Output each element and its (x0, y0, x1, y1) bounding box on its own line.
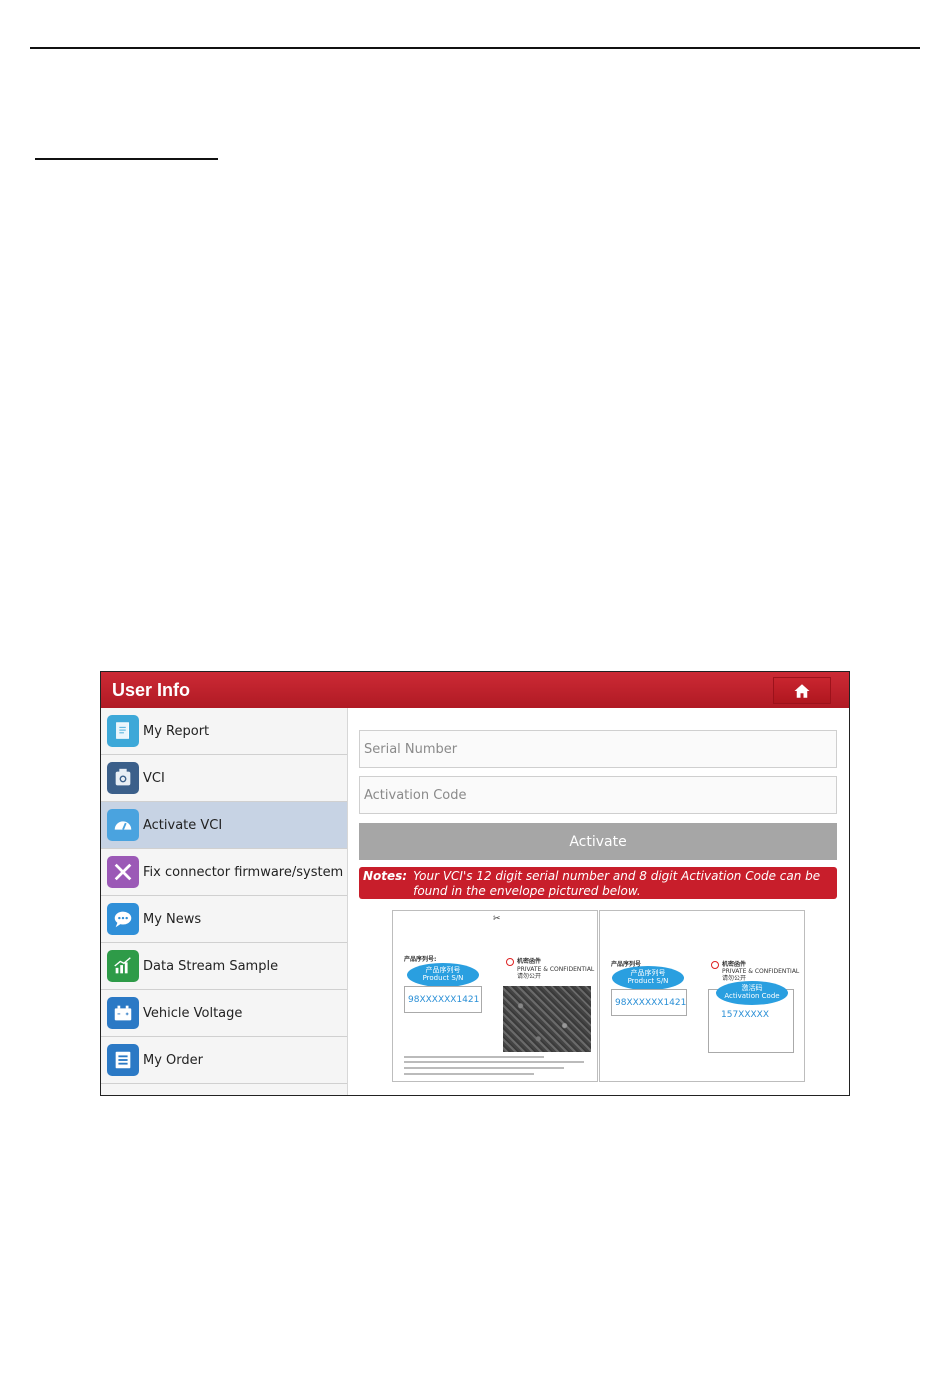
activation-code-bubble: 激活码 Activation Code (716, 981, 788, 1005)
sidebar-item-activate-vci[interactable]: Activate VCI (101, 802, 347, 849)
scissors-icon: ✂ (493, 914, 501, 924)
activation-value: 157XXXXX (721, 1010, 770, 1020)
bubble-en: Product S/N (422, 974, 464, 982)
sidebar-item-label: Activate VCI (143, 817, 223, 833)
notes-banner: Notes: Your VCI's 12 digit serial number… (359, 867, 837, 899)
sidebar-item-label: Data Stream Sample (143, 958, 279, 974)
tools-icon (107, 856, 139, 888)
fine-print-line (404, 1061, 584, 1063)
sidebar-item-my-news[interactable]: My News (101, 896, 347, 943)
serial-box: 98XXXXXX1421 (611, 989, 687, 1016)
sidebar: My Report VCI Activate VCI Fix connector… (101, 708, 348, 1095)
notes-label: Notes: (363, 869, 408, 883)
sidebar-item-vehicle-voltage[interactable]: Vehicle Voltage (101, 990, 347, 1037)
home-icon (794, 683, 810, 698)
serial-box: 98XXXXXX1421 (404, 986, 482, 1013)
order-icon (107, 1044, 139, 1076)
battery-icon (107, 997, 139, 1029)
chat-icon (107, 903, 139, 935)
bubble-cn: 激活码 (741, 984, 763, 992)
sidebar-item-partial[interactable] (101, 1084, 347, 1095)
red-circle-mark (711, 961, 719, 969)
private-cn: 机密函件 (722, 961, 747, 968)
sn-label-cn: 产品序列号: (404, 956, 437, 963)
envelope-image-left: ✂ 产品序列号: 产品序列号 Product S/N 98XXXXXX1421 … (392, 910, 598, 1082)
app-screenshot: User Info My Report VCI Activate VCI Fix… (100, 671, 850, 1096)
fine-print-line (404, 1073, 534, 1075)
sidebar-item-fix-connector[interactable]: Fix connector firmware/system (101, 849, 347, 896)
bubble-cn: 产品序列号 (425, 966, 461, 974)
scratch-panel (503, 986, 591, 1052)
private-cn: 机密函件 (517, 958, 542, 965)
activate-button[interactable]: Activate (359, 823, 837, 860)
serial-value: 98XXXXXX1421 (408, 995, 480, 1005)
sidebar-item-label: VCI (143, 770, 165, 786)
sidebar-item-label: My Report (143, 723, 210, 739)
bubble-cn: 产品序列号 (630, 969, 666, 977)
chart-icon (107, 950, 139, 982)
sidebar-item-my-report[interactable]: My Report (101, 708, 347, 755)
title-bar: User Info (101, 672, 849, 708)
red-circle-mark (506, 958, 514, 966)
sidebar-item-label: My News (143, 911, 202, 927)
window-title: User Info (112, 679, 191, 700)
activate-vci-panel: Activate Notes: Your VCI's 12 digit seri… (349, 708, 849, 1095)
bubble-en: Activation Code (724, 992, 780, 1000)
serial-number-input[interactable] (359, 730, 837, 768)
sidebar-item-label: Fix connector firmware/system (143, 864, 344, 880)
report-icon (107, 715, 139, 747)
sidebar-item-vci[interactable]: VCI (101, 755, 347, 802)
sidebar-item-label: Vehicle Voltage (143, 1005, 243, 1021)
product-sn-bubble: 产品序列号 Product S/N (612, 966, 684, 990)
fine-print-line (404, 1067, 564, 1069)
private-sub: 请勿公开 (517, 973, 542, 980)
fine-print-line (404, 1056, 544, 1058)
bubble-en: Product S/N (627, 977, 669, 985)
envelope-image-right: 产品序列号 产品序列号 Product S/N 98XXXXXX1421 机密函… (599, 910, 805, 1082)
speedometer-icon (107, 809, 139, 841)
product-sn-bubble: 产品序列号 Product S/N (407, 963, 479, 987)
notes-text: Your VCI's 12 digit serial number and 8 … (413, 869, 821, 898)
private-en: PRIVATE & CONFIDENTIAL (722, 968, 800, 975)
serial-value: 98XXXXXX1421 (615, 998, 687, 1008)
sidebar-item-label: My Order (143, 1052, 203, 1068)
section-heading-rule (35, 158, 218, 160)
home-button[interactable] (773, 677, 831, 704)
vci-icon (107, 762, 139, 794)
sidebar-item-data-stream-sample[interactable]: Data Stream Sample (101, 943, 347, 990)
activation-code-input[interactable] (359, 776, 837, 814)
sidebar-item-my-order[interactable]: My Order (101, 1037, 347, 1084)
private-en: PRIVATE & CONFIDENTIAL (517, 966, 595, 973)
page-header-rule (30, 47, 920, 49)
